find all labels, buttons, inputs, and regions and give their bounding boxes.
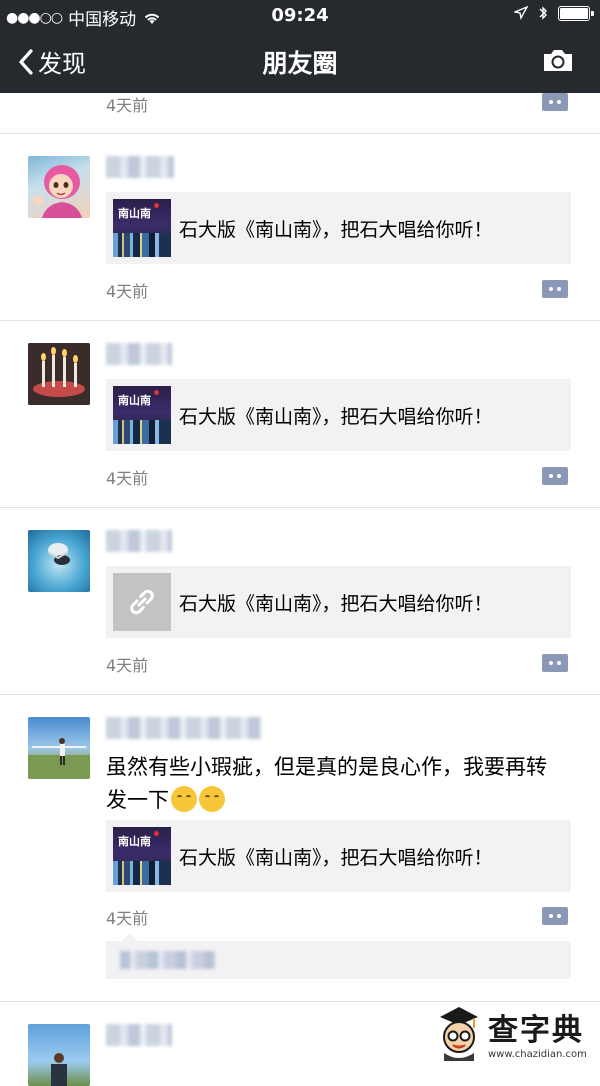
- share-thumbnail: 南山南: [113, 827, 171, 885]
- post-time: 4天前: [106, 282, 149, 301]
- status-bar: ●●●○○ 中国移动 09:24: [0, 0, 600, 30]
- shared-link-card[interactable]: 南山南 石大版《南山南》，把石大唱给你听！: [106, 379, 571, 451]
- smiling-emoji-icon: [199, 786, 225, 812]
- user-name-blurred[interactable]: [106, 343, 172, 365]
- likes-section: [106, 933, 571, 979]
- share-title: 石大版《南山南》，把石大唱给你听！: [179, 846, 493, 869]
- navigation-bar: 发现 朋友圈: [0, 30, 600, 93]
- likes-blurred[interactable]: [120, 951, 216, 969]
- share-title: 石大版《南山南》，把石大唱给你听！: [179, 218, 493, 241]
- avatar[interactable]: [28, 156, 90, 218]
- moments-feed[interactable]: 4天前 南山南 石大版《南山南》，把石大唱给你听！ 4天前 南山南 石大版《南山…: [0, 93, 600, 1086]
- avatar[interactable]: [28, 1024, 90, 1086]
- status-time: 09:24: [271, 5, 329, 26]
- avatar[interactable]: [28, 717, 90, 779]
- feed-post: 虽然有些小瑕疵，但是真的是良心作，我要再转发一下 南山南 石大版《南山南》，把石…: [0, 695, 600, 1002]
- camera-button[interactable]: [542, 46, 574, 78]
- comment-button[interactable]: [542, 654, 568, 672]
- feed-post: 南山南 石大版《南山南》，把石大唱给你听！ 4天前: [0, 134, 600, 321]
- battery-icon: [558, 5, 594, 21]
- share-thumbnail: 南山南: [113, 386, 171, 444]
- link-icon: [130, 589, 154, 615]
- post-time: 4天前: [106, 96, 149, 115]
- shared-link-card[interactable]: 石大版《南山南》，把石大唱给你听！: [106, 566, 571, 638]
- user-name-blurred[interactable]: [106, 1024, 172, 1046]
- post-time: 4天前: [106, 656, 149, 675]
- share-title: 石大版《南山南》，把石大唱给你听！: [179, 592, 493, 615]
- feed-post-partial: 4天前: [0, 93, 600, 134]
- site-watermark: 查字典 www.chazidian.com: [436, 1002, 596, 1062]
- shared-link-card[interactable]: 南山南 石大版《南山南》，把石大唱给你听！: [106, 820, 571, 892]
- share-thumbnail: 南山南: [113, 199, 171, 257]
- share-title: 石大版《南山南》，把石大唱给你听！: [179, 405, 493, 428]
- feed-post: 南山南 石大版《南山南》，把石大唱给你听！ 4天前: [0, 321, 600, 508]
- post-time: 4天前: [106, 469, 149, 488]
- smiling-emoji-icon: [171, 786, 197, 812]
- mascot-logo-icon: [440, 1007, 478, 1061]
- comment-button[interactable]: [542, 907, 568, 925]
- post-time: 4天前: [106, 909, 149, 928]
- camera-icon: [544, 50, 572, 71]
- bluetooth-icon: [539, 6, 547, 20]
- user-name-blurred[interactable]: [106, 156, 174, 178]
- watermark-url: www.chazidian.com: [488, 1048, 587, 1060]
- shared-link-card[interactable]: 南山南 石大版《南山南》，把石大唱给你听！: [106, 192, 571, 264]
- feed-post: 石大版《南山南》，把石大唱给你听！ 4天前: [0, 508, 600, 695]
- comment-button[interactable]: [542, 93, 568, 111]
- share-thumbnail: [113, 573, 171, 631]
- avatar[interactable]: [28, 343, 90, 405]
- comment-button[interactable]: [542, 280, 568, 298]
- watermark-title: 查字典: [488, 1012, 584, 1048]
- user-name-blurred[interactable]: [106, 530, 172, 552]
- post-text: 虽然有些小瑕疵，但是真的是良心作，我要再转发一下: [106, 755, 547, 812]
- user-name-blurred[interactable]: [106, 717, 262, 739]
- comment-button[interactable]: [542, 467, 568, 485]
- location-arrow-icon: [514, 6, 528, 20]
- page-title: 朋友圈: [262, 49, 338, 78]
- avatar[interactable]: [28, 530, 90, 592]
